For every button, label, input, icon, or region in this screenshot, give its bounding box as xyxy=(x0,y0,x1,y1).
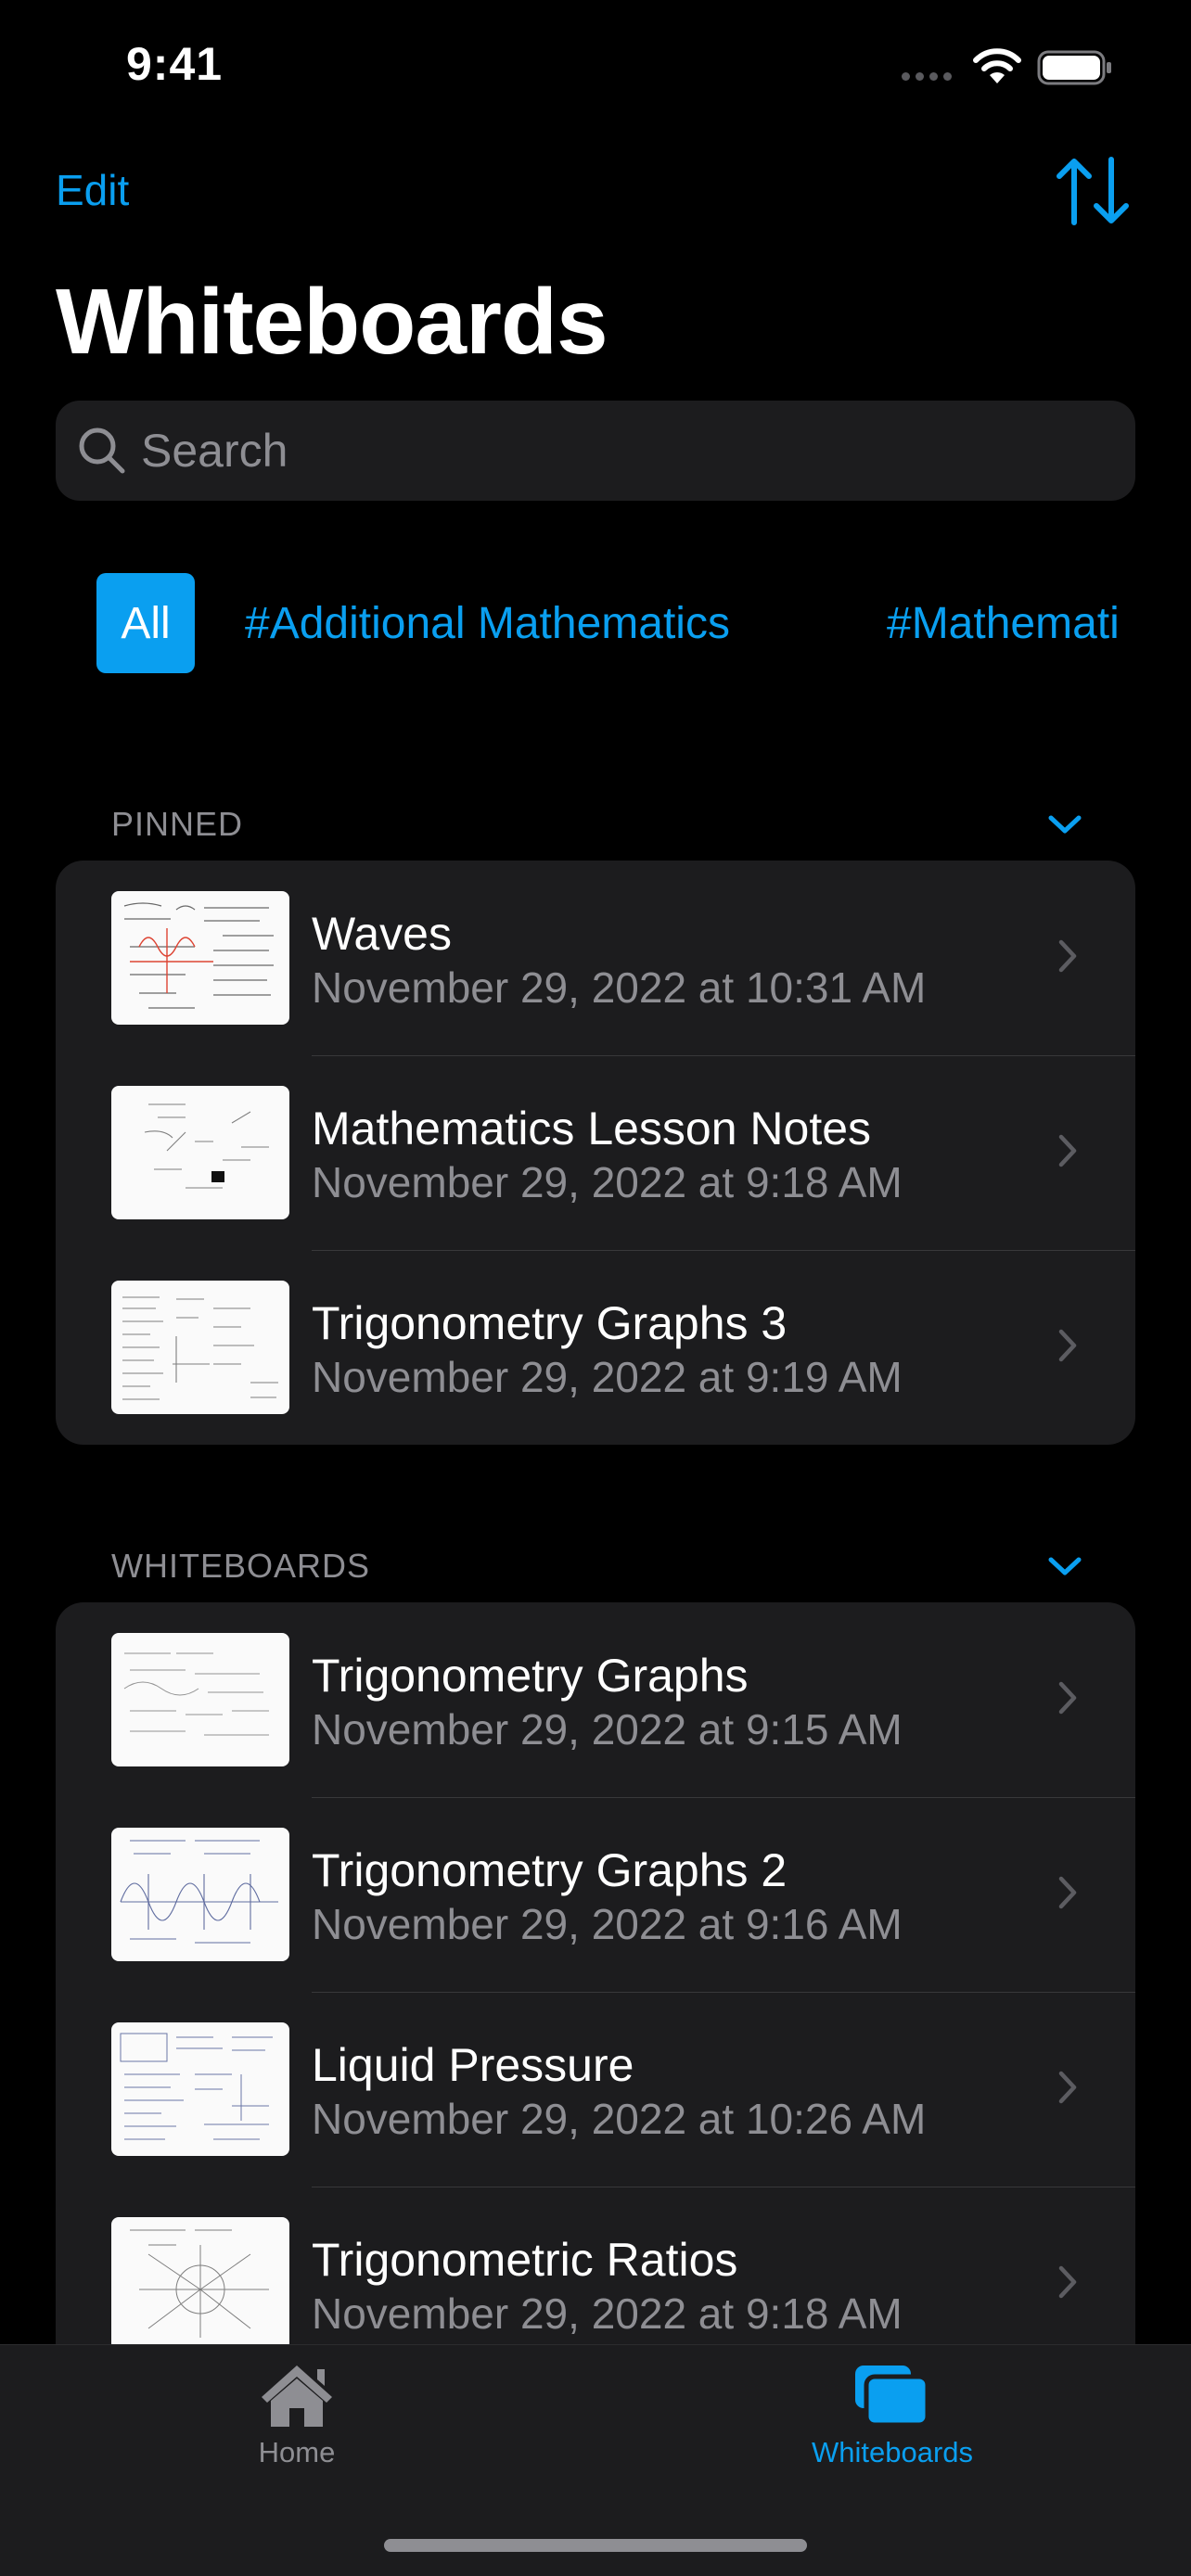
tab-label: Whiteboards xyxy=(811,2436,974,2468)
tab-whiteboards[interactable]: Whiteboards xyxy=(753,2345,1031,2503)
filter-chip-all[interactable]: All xyxy=(96,573,195,673)
list-item[interactable]: Trigonometry Graphs November 29, 2022 at… xyxy=(56,1602,1135,1797)
whiteboard-date: November 29, 2022 at 9:18 AM xyxy=(312,1158,903,1206)
filter-chip-additional-mathematics[interactable]: #Additional Mathematics xyxy=(245,573,730,673)
page-title: Whiteboards xyxy=(56,270,608,374)
whiteboard-title: Mathematics Lesson Notes xyxy=(312,1103,872,1154)
whiteboard-title: Liquid Pressure xyxy=(312,2039,634,2091)
search-bar[interactable] xyxy=(56,401,1135,501)
tag-filter-bar: All #Additional Mathematics #Mathemati xyxy=(0,573,1191,675)
whiteboard-title: Trigonometry Graphs xyxy=(312,1650,749,1702)
whiteboard-title: Trigonometry Graphs 2 xyxy=(312,1844,788,1896)
whiteboard-thumbnail xyxy=(111,1633,289,1766)
chevron-down-icon[interactable] xyxy=(1046,1554,1083,1578)
whiteboard-thumbnail xyxy=(111,891,289,1025)
chevron-right-icon xyxy=(1058,2265,1077,2299)
whiteboard-thumbnail xyxy=(111,1086,289,1219)
chevron-right-icon xyxy=(1058,1329,1077,1362)
chevron-right-icon xyxy=(1058,1681,1077,1715)
filter-chip-mathematics[interactable]: #Mathemati xyxy=(887,573,1120,673)
whiteboard-title: Trigonometry Graphs 3 xyxy=(312,1297,788,1349)
section-header-pinned: PINNED xyxy=(111,805,244,843)
chevron-right-icon xyxy=(1058,1876,1077,1909)
whiteboard-date: November 29, 2022 at 9:18 AM xyxy=(312,2289,903,2338)
wifi-icon xyxy=(973,48,1021,83)
whiteboard-thumbnail xyxy=(111,1281,289,1414)
home-indicator[interactable] xyxy=(384,2539,807,2552)
list-item[interactable]: Trigonometry Graphs 3 November 29, 2022 … xyxy=(56,1250,1135,1445)
cellular-signal-icon xyxy=(902,72,952,81)
list-item[interactable]: Mathematics Lesson Notes November 29, 20… xyxy=(56,1055,1135,1250)
whiteboard-date: November 29, 2022 at 10:26 AM xyxy=(312,2095,927,2143)
status-time: 9:41 xyxy=(126,38,224,90)
stacked-squares-icon xyxy=(855,2366,930,2428)
search-icon xyxy=(79,427,125,474)
house-icon xyxy=(262,2366,332,2427)
pinned-list: Waves November 29, 2022 at 10:31 AM Math… xyxy=(56,861,1135,1445)
whiteboard-thumbnail xyxy=(111,2022,289,2156)
whiteboard-date: November 29, 2022 at 10:31 AM xyxy=(312,963,927,1012)
whiteboard-title: Trigonometric Ratios xyxy=(312,2234,738,2286)
section-header-whiteboards: WHITEBOARDS xyxy=(111,1547,371,1585)
list-item[interactable]: Trigonometry Graphs 2 November 29, 2022 … xyxy=(56,1797,1135,1992)
tab-label: Home xyxy=(258,2436,336,2468)
chevron-right-icon xyxy=(1058,2071,1077,2104)
edit-button[interactable]: Edit xyxy=(56,165,129,215)
whiteboard-date: November 29, 2022 at 9:15 AM xyxy=(312,1705,903,1753)
chevron-right-icon xyxy=(1058,1134,1077,1167)
search-input[interactable] xyxy=(141,401,1106,501)
list-item[interactable]: Waves November 29, 2022 at 10:31 AM xyxy=(56,861,1135,1055)
chevron-down-icon[interactable] xyxy=(1046,812,1083,836)
whiteboards-list: Trigonometry Graphs November 29, 2022 at… xyxy=(56,1602,1135,2437)
list-item[interactable]: Liquid Pressure November 29, 2022 at 10:… xyxy=(56,1992,1135,2187)
whiteboard-thumbnail xyxy=(111,1828,289,1961)
battery-icon xyxy=(1037,50,1111,85)
whiteboard-thumbnail xyxy=(111,2217,289,2351)
whiteboard-date: November 29, 2022 at 9:19 AM xyxy=(312,1353,903,1401)
status-bar: 9:41 xyxy=(0,0,1191,130)
whiteboard-date: November 29, 2022 at 9:16 AM xyxy=(312,1900,903,1948)
tab-home[interactable]: Home xyxy=(158,2345,436,2503)
chevron-right-icon xyxy=(1058,939,1077,973)
whiteboard-title: Waves xyxy=(312,908,452,960)
sort-arrow-up-down-icon[interactable] xyxy=(1054,156,1132,226)
